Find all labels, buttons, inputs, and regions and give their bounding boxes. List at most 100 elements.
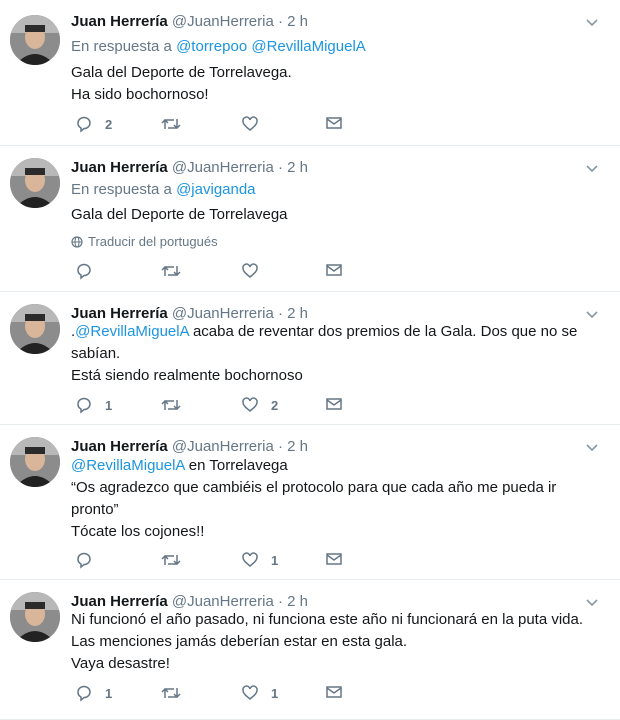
- reply-button[interactable]: [75, 262, 105, 280]
- reply-count: 1: [105, 685, 113, 701]
- like-button[interactable]: [241, 262, 271, 280]
- tweet-actions: 1 1: [75, 684, 375, 704]
- heart-icon: [242, 685, 258, 700]
- author-name[interactable]: Juan Herrería: [71, 159, 168, 176]
- mention-link[interactable]: @RevillaMiguelA: [251, 38, 365, 55]
- author-handle[interactable]: @JuanHerreria: [172, 159, 274, 176]
- avatar[interactable]: [10, 158, 60, 208]
- reply-icon: [77, 116, 91, 133]
- tweet-text-line: @RevillaMiguelA en Torrelavega: [71, 456, 288, 476]
- like-button[interactable]: [241, 115, 271, 133]
- author-handle[interactable]: @JuanHerreria: [172, 593, 274, 610]
- tweet-text-line: Está siendo realmente bochornoso: [71, 367, 303, 384]
- like-count: 1: [271, 685, 279, 701]
- reply-icon: [77, 685, 91, 702]
- tweet-text-line: .@RevillaMiguelA acaba de reventar dos p…: [71, 322, 577, 342]
- reply-context: En respuesta a @javiganda: [71, 180, 256, 200]
- avatar[interactable]: [10, 304, 60, 354]
- tweet-text-line: Vaya desastre!: [71, 655, 170, 672]
- chevron-down-icon[interactable]: [584, 160, 600, 176]
- retweet-button[interactable]: [161, 684, 193, 702]
- envelope-icon: [326, 117, 342, 129]
- tweet-text-line: Las menciones jamás deberían estar en es…: [71, 633, 408, 650]
- retweet-button[interactable]: [161, 262, 193, 280]
- author-handle[interactable]: @JuanHerreria: [172, 305, 274, 322]
- reply-prefix: En respuesta a: [71, 181, 172, 198]
- tweet-header: Juan Herrería @JuanHerreria · 2 h: [71, 12, 308, 32]
- author-name[interactable]: Juan Herrería: [71, 593, 168, 610]
- like-button[interactable]: 2: [241, 396, 278, 414]
- reply-count: 1: [105, 397, 113, 413]
- direct-message-button[interactable]: [325, 551, 343, 567]
- mention-link[interactable]: @RevillaMiguelA: [75, 323, 189, 340]
- text-rest: en Torrelavega: [184, 457, 288, 474]
- timeline: Juan Herrería @JuanHerreria · 2 h En res…: [0, 0, 620, 720]
- timestamp[interactable]: 2 h: [287, 305, 308, 322]
- timestamp[interactable]: 2 h: [287, 13, 308, 30]
- author-name[interactable]: Juan Herrería: [71, 13, 168, 30]
- retweet-icon: [161, 118, 181, 130]
- reply-count: 2: [105, 116, 113, 132]
- direct-message-button[interactable]: [325, 396, 343, 412]
- like-button[interactable]: 1: [241, 551, 278, 569]
- separator-dot: ·: [278, 305, 283, 322]
- author-handle[interactable]: @JuanHerreria: [172, 13, 274, 30]
- chevron-down-icon[interactable]: [584, 439, 600, 455]
- tweet-text-line: Gala del Deporte de Torrelavega.: [71, 64, 292, 81]
- retweet-button[interactable]: [161, 115, 193, 133]
- heart-icon: [242, 552, 258, 567]
- retweet-button[interactable]: [161, 551, 193, 569]
- heart-icon: [242, 397, 258, 412]
- translate-label: Traducir del portugués: [88, 234, 218, 249]
- avatar[interactable]: [10, 15, 60, 65]
- reply-context: En respuesta a @torrepoo @RevillaMiguelA: [71, 37, 366, 57]
- reply-button[interactable]: 2: [75, 115, 112, 133]
- tweet[interactable]: Juan Herrería @JuanHerreria · 2 h .@Revi…: [0, 292, 620, 425]
- timestamp[interactable]: 2 h: [287, 593, 308, 610]
- reply-button[interactable]: [75, 551, 105, 569]
- chevron-down-icon[interactable]: [584, 306, 600, 322]
- like-count: 1: [271, 552, 279, 568]
- direct-message-button[interactable]: [325, 684, 343, 700]
- mention-link[interactable]: @javiganda: [176, 181, 255, 198]
- tweet-actions: 1: [75, 551, 375, 571]
- separator-dot: ·: [278, 159, 283, 176]
- envelope-icon: [326, 264, 342, 276]
- timestamp[interactable]: 2 h: [287, 438, 308, 455]
- heart-icon: [242, 263, 258, 278]
- tweet[interactable]: Juan Herrería @JuanHerreria · 2 h @Revil…: [0, 425, 620, 580]
- tweet-header: Juan Herrería @JuanHerreria · 2 h: [71, 304, 308, 324]
- text-rest: acaba de reventar dos premios de la Gala…: [188, 323, 578, 340]
- tweet[interactable]: Juan Herrería @JuanHerreria · 2 h Ni fun…: [0, 580, 620, 720]
- heart-icon: [242, 116, 258, 131]
- reply-button[interactable]: 1: [75, 396, 112, 414]
- mention-link[interactable]: @RevillaMiguelA: [71, 457, 185, 474]
- tweet-actions: [75, 262, 375, 282]
- tweet-actions: 1 2: [75, 396, 375, 416]
- direct-message-button[interactable]: [325, 262, 343, 278]
- reply-icon: [77, 397, 91, 414]
- chevron-down-icon[interactable]: [584, 14, 600, 30]
- tweet-actions: 2: [75, 115, 375, 135]
- globe-icon: [71, 235, 83, 248]
- translate-link[interactable]: Traducir del portugués: [71, 234, 218, 249]
- tweet[interactable]: Juan Herrería @JuanHerreria · 2 h En res…: [0, 146, 620, 292]
- mention-link[interactable]: @torrepoo: [176, 38, 247, 55]
- author-handle[interactable]: @JuanHerreria: [172, 438, 274, 455]
- tweet[interactable]: Juan Herrería @JuanHerreria · 2 h En res…: [0, 0, 620, 146]
- retweet-button[interactable]: [161, 396, 193, 414]
- avatar[interactable]: [10, 592, 60, 642]
- tweet-text-line: “Os agradezco que cambiéis el protocolo …: [71, 479, 557, 496]
- tweet-text-line: Ni funcionó el año pasado, ni funciona e…: [71, 611, 584, 628]
- tweet-text-line: Ha sido bochornoso!: [71, 86, 209, 103]
- direct-message-button[interactable]: [325, 115, 343, 131]
- author-name[interactable]: Juan Herrería: [71, 305, 168, 322]
- author-name[interactable]: Juan Herrería: [71, 438, 168, 455]
- avatar[interactable]: [10, 437, 60, 487]
- like-button[interactable]: 1: [241, 684, 278, 702]
- like-count: 2: [271, 397, 279, 413]
- timestamp[interactable]: 2 h: [287, 159, 308, 176]
- chevron-down-icon[interactable]: [584, 594, 600, 610]
- separator-dot: ·: [278, 13, 283, 30]
- reply-button[interactable]: 1: [75, 684, 112, 702]
